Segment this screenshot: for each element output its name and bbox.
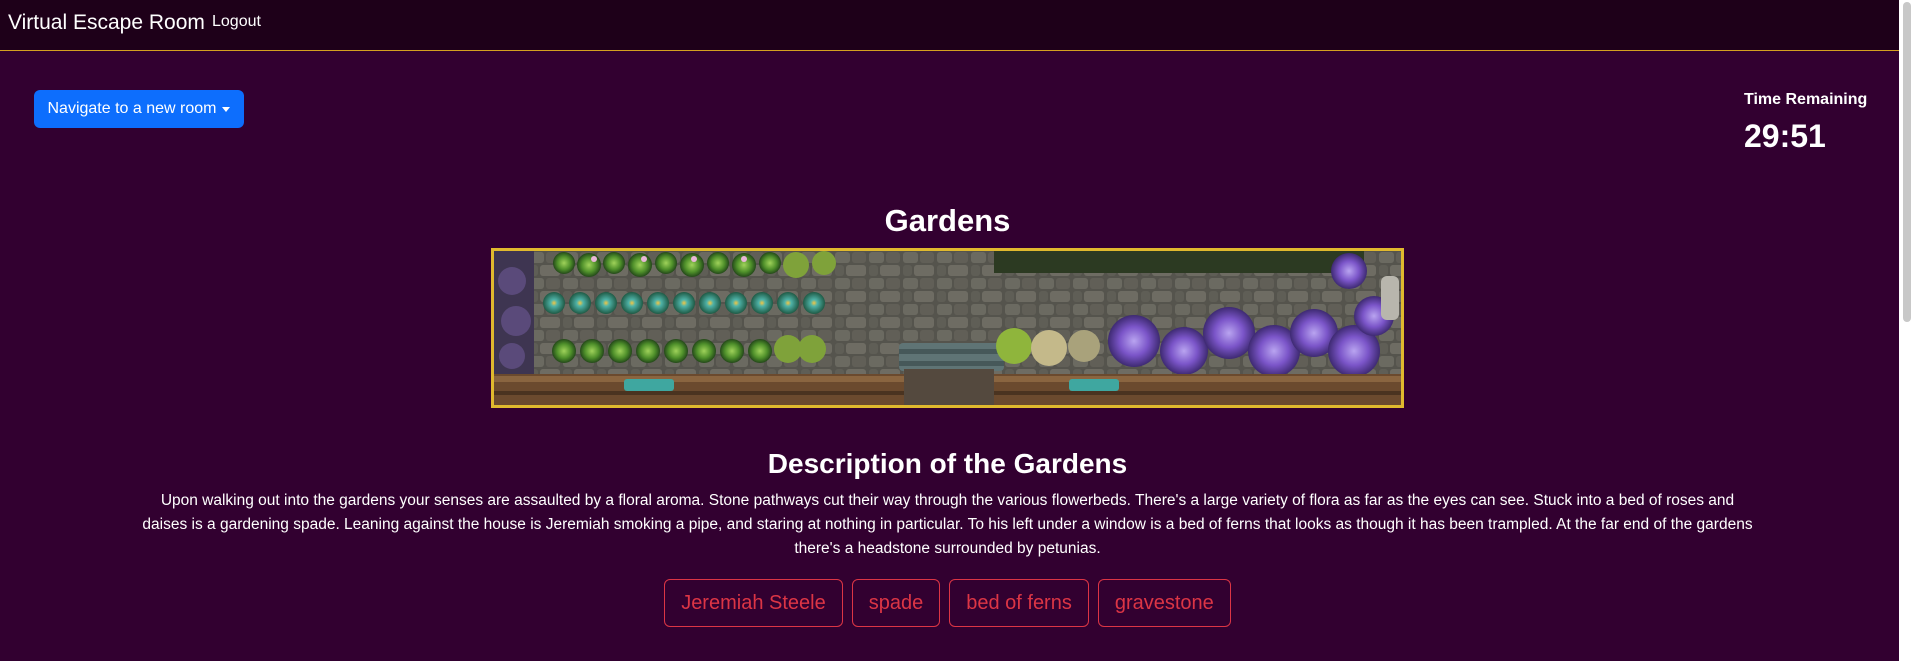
item-button-spade[interactable]: spade	[851, 579, 941, 627]
item-button-bed-of-ferns[interactable]: bed of ferns	[949, 579, 1089, 627]
time-remaining-value: 29:51	[1744, 118, 1826, 154]
navigate-room-dropdown[interactable]: Navigate to a new room	[34, 90, 244, 128]
description-title: Description of the Gardens	[767, 448, 1128, 479]
garden-room-image	[491, 248, 1404, 408]
app-brand[interactable]: Virtual Escape Room	[8, 11, 205, 35]
item-button-jeremiah-steele[interactable]: Jeremiah Steele	[664, 579, 843, 627]
scrollbar-thumb[interactable]	[1903, 2, 1911, 322]
logout-link[interactable]: Logout	[212, 13, 261, 31]
item-button-gravestone[interactable]: gravestone	[1097, 579, 1231, 627]
room-description: Upon walking out into the gardens your s…	[142, 492, 1753, 557]
room-title: Gardens	[884, 203, 1011, 238]
time-remaining-label: Time Remaining	[1744, 91, 1868, 108]
garden-scene	[494, 251, 1401, 405]
dropdown-label: Navigate to a new room	[47, 100, 217, 117]
page-scrollbar[interactable]	[1899, 0, 1915, 661]
room-items: Jeremiah Steele spade bed of ferns grave…	[0, 579, 1895, 627]
caret-down-icon	[222, 107, 231, 112]
top-navbar: Virtual Escape Room Logout	[0, 0, 1899, 51]
